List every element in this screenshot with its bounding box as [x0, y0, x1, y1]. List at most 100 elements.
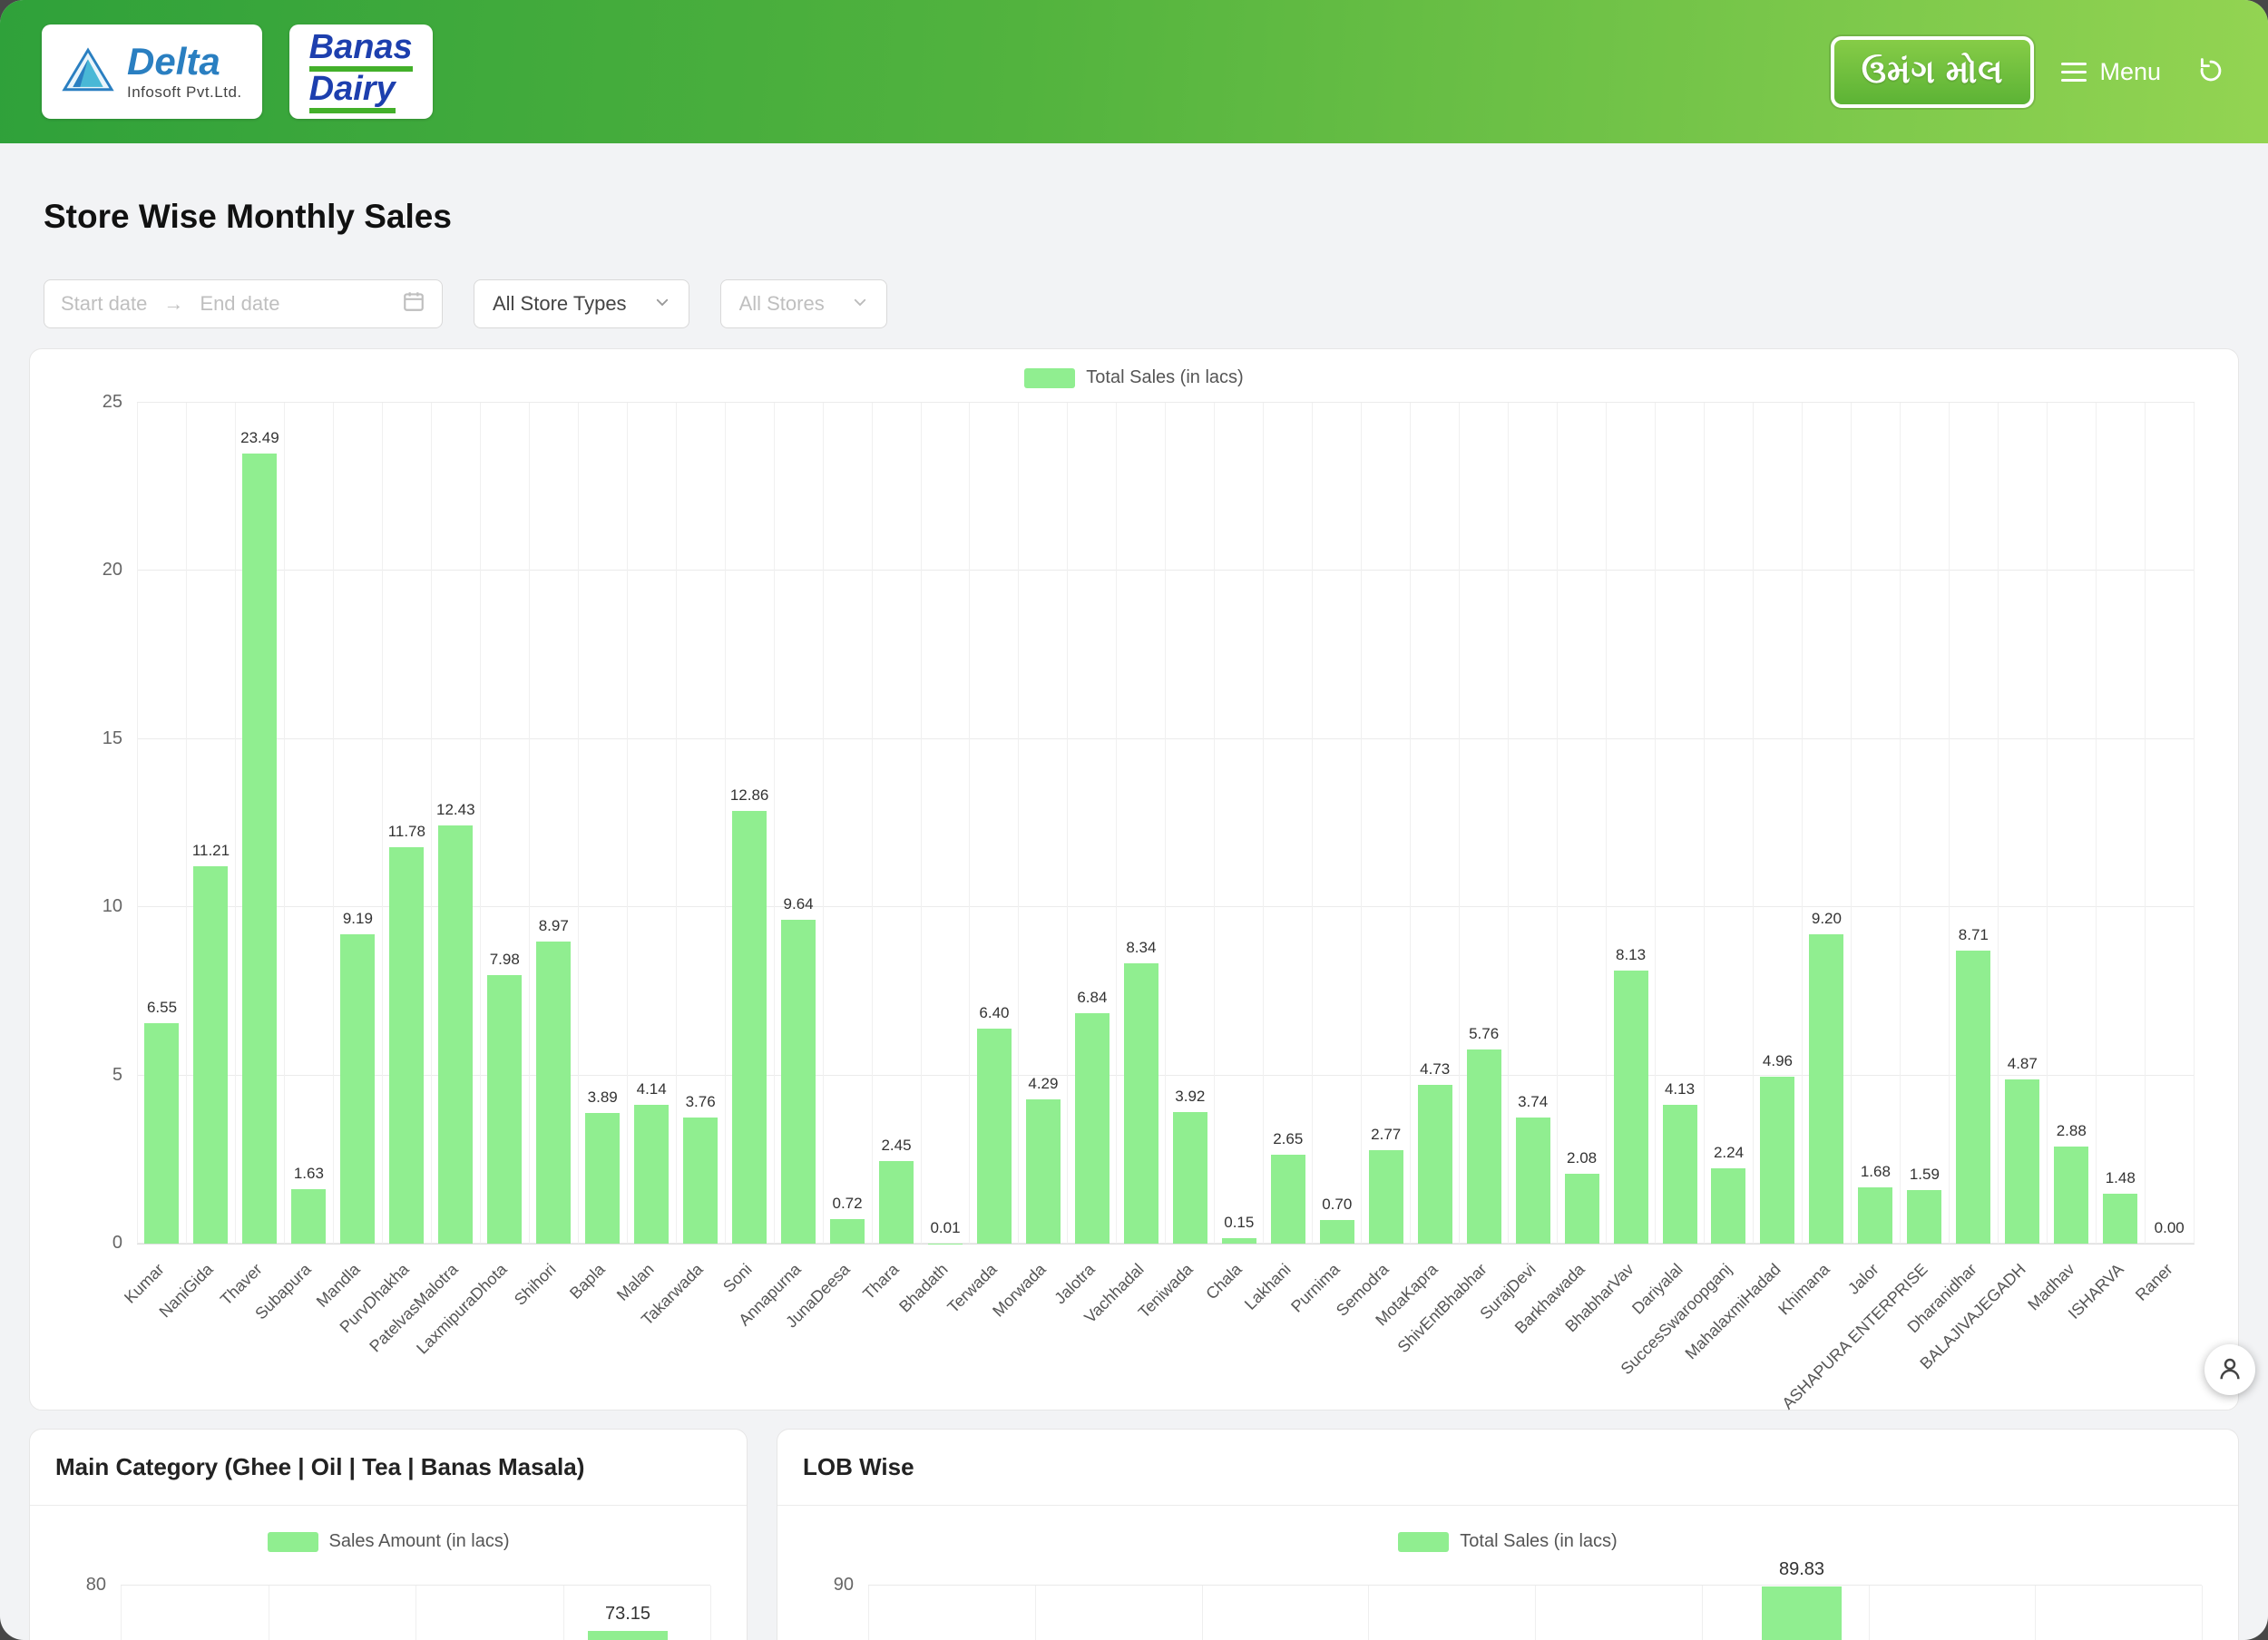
bar[interactable] — [1760, 1077, 1794, 1244]
bar-value-label: 5.76 — [1469, 1025, 1499, 1043]
bar-cell: 12.86 — [725, 403, 774, 1244]
bar[interactable] — [977, 1029, 1012, 1244]
bar-value-label: 89.83 — [1779, 1559, 1824, 1580]
bar-cell: 2.08 — [1557, 403, 1606, 1244]
x-axis-label: Khimana — [1774, 1260, 1833, 1319]
bar-value-label: 0.70 — [1322, 1196, 1352, 1214]
bar[interactable] — [1956, 951, 1990, 1244]
bar[interactable] — [1467, 1049, 1501, 1244]
bar[interactable] — [340, 934, 375, 1244]
app-window: Delta Infosoft Pvt.Ltd. Banas Dairy ઉમંગ… — [0, 0, 2268, 1640]
bar[interactable] — [1809, 934, 1843, 1244]
end-date-input[interactable]: End date — [200, 292, 279, 316]
bar[interactable] — [1565, 1174, 1599, 1244]
bar[interactable] — [536, 942, 571, 1244]
bar[interactable] — [588, 1631, 668, 1640]
store-type-select-value: All Store Types — [493, 292, 627, 316]
chart-legend: Total Sales (in lacs) — [54, 367, 2214, 388]
start-date-input[interactable]: Start date — [61, 292, 147, 316]
x-axis-label: Shihori — [511, 1260, 560, 1309]
bar[interactable] — [144, 1023, 179, 1244]
arrow-right-icon: → — [163, 292, 183, 316]
bar-value-label: 3.89 — [588, 1088, 618, 1107]
store-type-select[interactable]: All Store Types — [474, 279, 689, 328]
banas-dairy-logo: Banas Dairy — [289, 24, 433, 119]
y-axis-tick: 80 — [86, 1575, 106, 1596]
bar[interactable] — [585, 1113, 620, 1244]
bar[interactable] — [1418, 1085, 1452, 1244]
menu-button[interactable]: Menu — [2061, 58, 2161, 86]
bar[interactable] — [438, 825, 473, 1244]
lob-card-title: LOB Wise — [777, 1430, 2238, 1506]
bar[interactable] — [781, 920, 816, 1244]
refresh-icon — [2195, 55, 2226, 89]
bar-value-label: 3.92 — [1175, 1088, 1205, 1106]
bar[interactable] — [1075, 1013, 1110, 1244]
bar[interactable] — [1516, 1118, 1550, 1244]
bar[interactable] — [242, 454, 277, 1244]
bar[interactable] — [732, 811, 767, 1244]
bar-cell: 3.76 — [676, 403, 725, 1244]
delta-infosoft-logo: Delta Infosoft Pvt.Ltd. — [42, 24, 262, 119]
legend-swatch-icon — [268, 1532, 318, 1552]
bar-cell: 4.13 — [1655, 403, 1704, 1244]
bar[interactable] — [1026, 1099, 1061, 1244]
bar[interactable] — [2054, 1147, 2088, 1244]
bar[interactable] — [291, 1189, 326, 1244]
person-icon — [2216, 1355, 2244, 1385]
bar[interactable] — [1173, 1112, 1207, 1244]
bar[interactable] — [193, 866, 228, 1244]
bar-value-label: 4.96 — [1763, 1052, 1793, 1070]
legend-swatch-icon — [1024, 368, 1075, 388]
bar-value-label: 2.88 — [2057, 1122, 2087, 1140]
bar[interactable] — [1124, 963, 1158, 1244]
bar[interactable] — [1369, 1150, 1403, 1244]
bar[interactable] — [2103, 1194, 2137, 1244]
bar[interactable] — [1614, 971, 1648, 1244]
refresh-button[interactable] — [2195, 55, 2226, 89]
x-axis-label: Soni — [719, 1260, 756, 1296]
bar[interactable] — [1663, 1105, 1697, 1244]
bar[interactable] — [879, 1161, 914, 1244]
bar-cell: 8.13 — [1606, 403, 1655, 1244]
bar-value-label: 4.87 — [2008, 1055, 2038, 1073]
bar[interactable] — [830, 1219, 865, 1244]
date-range-picker[interactable]: Start date → End date — [44, 279, 443, 328]
y-axis-tick: 15 — [103, 728, 122, 749]
bar-cell: 0.15 — [1214, 403, 1263, 1244]
bar[interactable] — [683, 1118, 718, 1244]
lob-wise-bar-chart: 9089.83 — [868, 1585, 2202, 1640]
bar[interactable] — [1907, 1190, 1941, 1244]
x-axis-label: Jalotra — [1051, 1260, 1099, 1308]
bar-cell: 8.71 — [1949, 403, 1998, 1244]
bar[interactable] — [2005, 1079, 2039, 1244]
store-sales-bar-chart: 05101520256.5511.2123.491.639.1911.7812.… — [137, 403, 2195, 1245]
bar-value-label: 8.71 — [1959, 926, 1989, 944]
bar-value-label: 0.72 — [833, 1195, 863, 1213]
bar-value-label: 1.68 — [1861, 1163, 1891, 1181]
y-axis-tick: 10 — [103, 896, 122, 917]
bar[interactable] — [487, 975, 522, 1244]
bar[interactable] — [1858, 1187, 1892, 1244]
bar[interactable] — [1320, 1220, 1354, 1244]
legend-label: Sales Amount (in lacs) — [329, 1531, 510, 1552]
content: Store Wise Monthly Sales Start date → En… — [0, 198, 2268, 1640]
user-avatar-button[interactable] — [2204, 1344, 2255, 1395]
bar-cell: 6.84 — [1067, 403, 1116, 1244]
y-axis-tick: 0 — [112, 1233, 122, 1254]
page-title: Store Wise Monthly Sales — [44, 198, 2224, 236]
bar-cell: 23.49 — [235, 403, 284, 1244]
filter-bar: Start date → End date All Store Types — [44, 279, 2224, 328]
bar[interactable] — [1762, 1586, 1842, 1640]
stores-select[interactable]: All Stores — [720, 279, 887, 328]
bar[interactable] — [1222, 1238, 1256, 1244]
chevron-down-icon — [852, 292, 868, 316]
bar[interactable] — [1711, 1168, 1745, 1244]
bar[interactable] — [1271, 1155, 1305, 1244]
bar[interactable] — [634, 1105, 669, 1245]
bar-value-label: 0.01 — [930, 1219, 960, 1237]
bar-cell: 9.20 — [1802, 403, 1851, 1244]
main-category-bar-chart: 8073.15 — [121, 1585, 710, 1640]
y-axis-tick: 5 — [112, 1065, 122, 1086]
bar[interactable] — [389, 847, 424, 1244]
